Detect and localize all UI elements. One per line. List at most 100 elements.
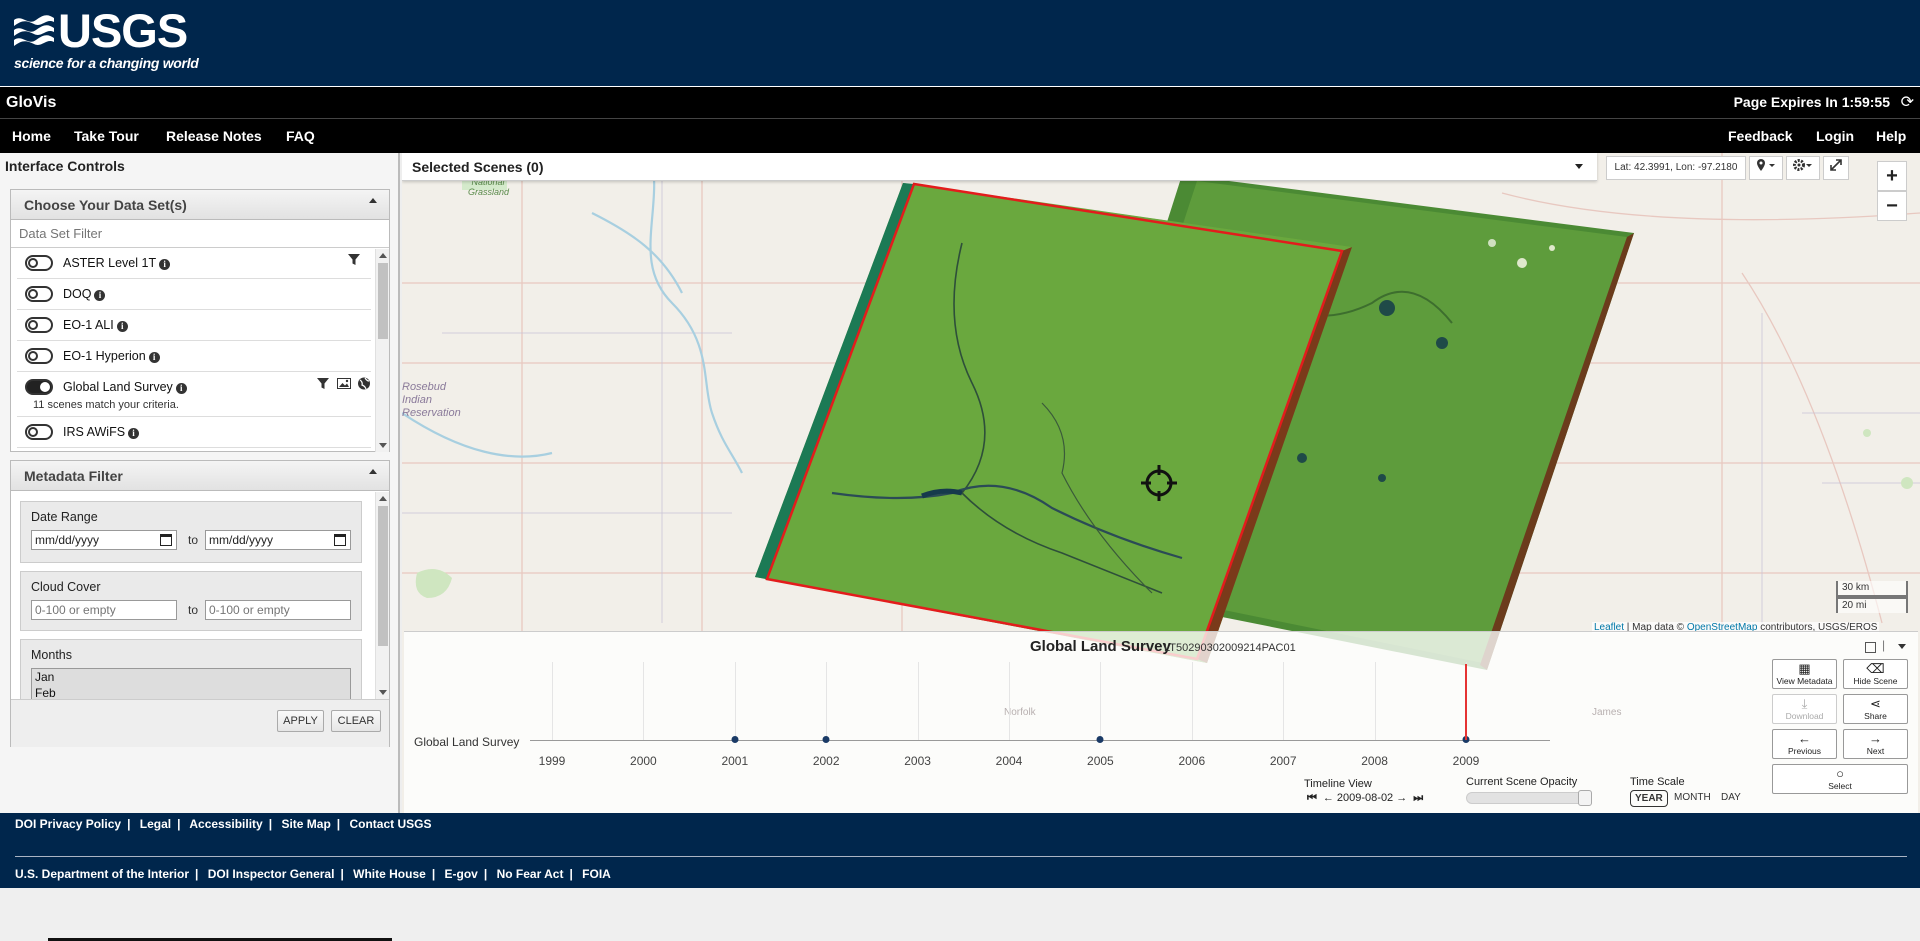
timeline-scene-dot[interactable]: [822, 736, 830, 743]
date-start-input[interactable]: mm/dd/yyyy: [31, 530, 177, 550]
nav-take-tour[interactable]: Take Tour: [74, 128, 139, 144]
footer-link-nofear[interactable]: No Fear Act: [497, 867, 564, 881]
cloud-max-input[interactable]: [205, 600, 351, 620]
info-icon[interactable]: i: [175, 383, 187, 394]
dataset-item-aster[interactable]: ASTER Level 1T i: [17, 248, 371, 279]
scroll-up-arrow[interactable]: [379, 253, 387, 258]
toggle-switch[interactable]: [25, 424, 53, 440]
calendar-icon[interactable]: [160, 534, 172, 546]
filter-icon[interactable]: [316, 377, 330, 390]
nav-login[interactable]: Login: [1816, 128, 1854, 144]
nav-feedback[interactable]: Feedback: [1728, 128, 1793, 144]
footer-link-contact[interactable]: Contact USGS: [349, 817, 431, 831]
last-icon[interactable]: ⏭: [1413, 792, 1423, 805]
arrow-right-icon[interactable]: →: [1396, 792, 1407, 804]
map-view[interactable]: National Grassland Rosebud Indian Reserv…: [402, 153, 1920, 813]
footer-link-inspector[interactable]: DOI Inspector General: [208, 867, 335, 881]
timeline-current-marker: [1465, 664, 1467, 740]
footer-link-legal[interactable]: Legal: [140, 817, 171, 831]
footer-link-doi[interactable]: U.S. Department of the Interior: [15, 867, 189, 881]
nav-release-notes[interactable]: Release Notes: [166, 128, 262, 144]
fullscreen-button[interactable]: [1823, 156, 1849, 180]
chevron-down-icon[interactable]: [1898, 644, 1906, 649]
months-select[interactable]: Jan Feb: [31, 668, 351, 702]
footer-link-foia[interactable]: FOIA: [582, 867, 611, 881]
dataset-panel-header[interactable]: Choose Your Data Set(s): [11, 190, 389, 220]
footer-divider: [15, 856, 1907, 857]
footer-link-privacy[interactable]: DOI Privacy Policy: [15, 817, 121, 831]
info-icon[interactable]: i: [128, 428, 140, 439]
save-icon[interactable]: [1865, 642, 1876, 653]
nav-faq[interactable]: FAQ: [286, 128, 315, 144]
timeline-gridline: [917, 662, 919, 740]
opacity-slider[interactable]: [1466, 792, 1591, 804]
location-pin-button[interactable]: [1749, 156, 1783, 180]
first-icon[interactable]: ⏮: [1307, 792, 1317, 805]
clear-button[interactable]: CLEAR: [331, 710, 381, 732]
dataset-item-global-land-survey[interactable]: Global Land Survey i 11 scenes match your…: [17, 372, 371, 417]
nav-help[interactable]: Help: [1876, 128, 1906, 144]
zoom-in-button[interactable]: +: [1877, 161, 1907, 191]
opacity-slider-handle[interactable]: [1577, 790, 1592, 806]
time-scale-month[interactable]: MONTH: [1670, 790, 1715, 805]
month-option[interactable]: Jan: [32, 669, 350, 685]
arrow-left-icon[interactable]: ←: [1323, 792, 1334, 804]
dataset-filter-input[interactable]: [11, 220, 389, 248]
scroll-up-arrow[interactable]: [379, 496, 387, 501]
toggle-switch[interactable]: [25, 379, 53, 395]
footer-link-whitehouse[interactable]: White House: [353, 867, 426, 881]
previous-button[interactable]: ← Previous: [1772, 729, 1837, 759]
toggle-switch[interactable]: [25, 317, 53, 333]
next-button[interactable]: → Next: [1843, 729, 1908, 759]
footer-link-sitemap[interactable]: Site Map: [281, 817, 330, 831]
scroll-thumb[interactable]: [378, 506, 388, 646]
map-settings-button[interactable]: [1786, 156, 1820, 180]
dataset-list-scrollbar[interactable]: [375, 249, 389, 452]
info-icon[interactable]: i: [116, 321, 128, 332]
time-scale-day[interactable]: DAY: [1717, 790, 1745, 805]
collapse-caret-icon[interactable]: [369, 469, 377, 474]
nav-home[interactable]: Home: [12, 128, 51, 144]
zoom-out-button[interactable]: −: [1877, 191, 1907, 221]
circle-icon: ○: [1836, 766, 1844, 781]
apply-button[interactable]: APPLY: [277, 710, 324, 732]
globe-icon[interactable]: [357, 377, 371, 390]
share-button[interactable]: ⋖ Share: [1843, 694, 1908, 724]
scroll-down-arrow[interactable]: [379, 443, 387, 448]
dataset-item-irs-awifs[interactable]: IRS AWiFS i: [17, 417, 371, 448]
calendar-icon[interactable]: [334, 534, 346, 546]
toggle-switch[interactable]: [25, 255, 53, 271]
dataset-item-eo1-hyperion[interactable]: EO-1 Hyperion i: [17, 341, 371, 372]
info-icon[interactable]: i: [94, 290, 106, 301]
hide-scene-button[interactable]: ⌫ Hide Scene: [1843, 659, 1908, 689]
cloud-min-input[interactable]: [31, 600, 177, 620]
collapse-caret-icon[interactable]: [369, 198, 377, 203]
filter-icon[interactable]: [347, 253, 361, 266]
timeline-scene-dot[interactable]: [1096, 736, 1104, 743]
dataset-item-eo1-ali[interactable]: EO-1 ALI i: [17, 310, 371, 341]
footer-link-egov[interactable]: E-gov: [445, 867, 478, 881]
selected-scenes-dropdown[interactable]: Selected Scenes (0): [402, 153, 1597, 181]
metadata-filter-scrollbar[interactable]: [375, 492, 389, 699]
image-icon[interactable]: [336, 377, 351, 390]
refresh-icon[interactable]: ⟳: [1901, 92, 1914, 112]
time-scale-year[interactable]: YEAR: [1630, 790, 1668, 807]
date-end-input[interactable]: mm/dd/yyyy: [205, 530, 351, 550]
info-icon[interactable]: i: [148, 352, 160, 363]
download-button[interactable]: ⤓ Download: [1772, 694, 1837, 724]
usgs-logo[interactable]: USGS science for a changing world: [14, 6, 199, 74]
timeline-gridline: [1100, 662, 1102, 740]
metadata-filter-header[interactable]: Metadata Filter: [11, 461, 389, 491]
info-icon[interactable]: i: [159, 259, 171, 270]
toggle-switch[interactable]: [25, 286, 53, 302]
dataset-item-doq[interactable]: DOQ i: [17, 279, 371, 310]
toggle-switch[interactable]: [25, 348, 53, 364]
select-button[interactable]: ○ Select: [1772, 764, 1908, 794]
view-metadata-button[interactable]: ▦ View Metadata: [1772, 659, 1837, 689]
scroll-thumb[interactable]: [378, 263, 388, 339]
chevron-down-icon[interactable]: [1575, 164, 1583, 169]
timeline-scene-dot[interactable]: [731, 736, 739, 743]
footer-link-accessibility[interactable]: Accessibility: [189, 817, 262, 831]
scroll-down-arrow[interactable]: [379, 690, 387, 695]
download-icon: ⤓: [1801, 696, 1808, 711]
